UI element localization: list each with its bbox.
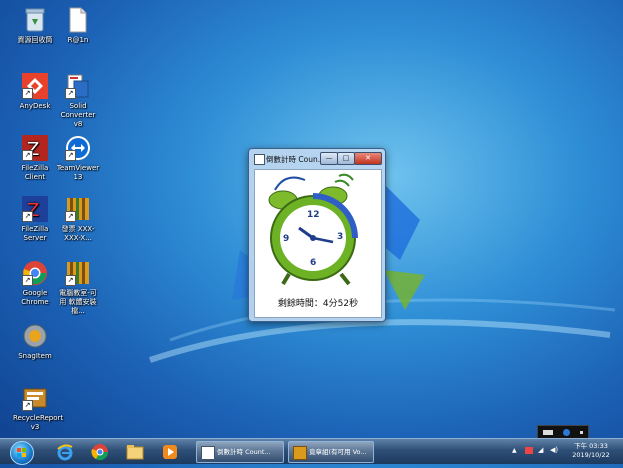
language-bar[interactable] <box>537 425 589 439</box>
taskbar-clock[interactable]: 下午 03:33 2019/10/22 <box>566 442 616 460</box>
desktop-icon-solid-converter[interactable]: ↗ Solid Converter v8 <box>56 72 100 129</box>
taskbar-button-countdown[interactable]: 倒數計時 Count... <box>196 441 284 463</box>
close-button[interactable]: ✕ <box>354 152 382 165</box>
options-icon <box>580 430 583 434</box>
desktop-icon-label: FileZilla Client <box>21 164 49 181</box>
tray-flag-icon[interactable] <box>525 447 533 454</box>
desktop-icon-label: 發票 XXX-XXX-X... <box>61 225 95 242</box>
pinned-media-player[interactable] <box>159 441 181 462</box>
filezilla-client-icon: Z ↗ <box>21 134 49 162</box>
desktop-icon-label: FileZilla Server <box>21 225 49 242</box>
clock-number-6: 6 <box>310 258 317 268</box>
network-icon[interactable]: ◢ <box>538 446 543 454</box>
desktop-icon-label: 電腦教室-可用 軟體安裝檔... <box>59 289 97 315</box>
desktop-icon-label: AnyDesk <box>19 102 51 110</box>
maximize-button[interactable]: □ <box>337 152 355 165</box>
archive-icon: ↗ <box>64 259 92 287</box>
desktop-icon-label: RecycleReport v3 <box>13 414 64 431</box>
archive-icon: ↗ <box>64 195 92 223</box>
pinned-explorer[interactable] <box>124 441 146 462</box>
minimize-button[interactable]: — <box>320 152 338 165</box>
desktop-icon-label: Google Chrome <box>21 289 49 306</box>
report-icon: ↗ <box>21 384 49 412</box>
clock-date: 2019/10/22 <box>572 451 610 459</box>
tray-arrow-icon[interactable]: ▲ <box>512 447 517 454</box>
window-titlebar[interactable]: 倒數計時 Coun... — □ ✕ <box>249 149 385 169</box>
window-client-area: 12 3 6 9 剩餘時間：4分52秒 <box>254 169 382 318</box>
remaining-time-label: 剩餘時間：4分52秒 <box>277 299 359 309</box>
start-button[interactable] <box>10 441 34 465</box>
desktop-icon-label: Solid Converter v8 <box>60 102 96 128</box>
chrome-icon: ↗ <box>21 259 49 287</box>
desktop-icon-anydesk[interactable]: ↗ AnyDesk <box>13 72 57 111</box>
help-icon <box>563 428 570 436</box>
recycle-bin-icon <box>21 6 49 34</box>
solid-converter-icon: ↗ <box>64 72 92 100</box>
folder-icon <box>293 446 307 460</box>
explorer-icon <box>126 444 144 459</box>
desktop-icon-report[interactable]: ↗ RecycleReport v3 <box>13 384 64 432</box>
desktop-icon-label: 資源回收筒 <box>17 36 53 44</box>
window-title: 倒數計時 Coun... <box>266 155 325 164</box>
snagit-icon <box>21 322 49 350</box>
countdown-window[interactable]: 倒數計時 Coun... — □ ✕ 12 3 6 9 剩餘時間：4分52秒 <box>248 148 386 322</box>
taskbar: 倒數計時 Count... 竟章組(有可用 Vo... ▲ ◢ ◀) 下午 03… <box>0 438 623 465</box>
desktop-icon-chrome[interactable]: ↗ Google Chrome <box>13 259 57 307</box>
desktop-icon-label: R@1n <box>67 36 89 44</box>
desktop-icon-recycle-bin[interactable]: 資源回收筒 <box>13 6 57 45</box>
desktop-icon-snagit[interactable]: SnagItem <box>13 322 57 361</box>
windows-logo-icon <box>17 448 26 457</box>
clock-time: 下午 03:33 <box>574 442 608 450</box>
pinned-chrome[interactable] <box>89 441 111 462</box>
taskbar-button-label: 倒數計時 Count... <box>217 448 271 456</box>
pinned-ie[interactable] <box>54 441 76 462</box>
desktop-icon-filezilla-client[interactable]: Z ↗ FileZilla Client <box>13 134 57 182</box>
chrome-icon <box>91 443 109 460</box>
teamviewer-icon: ↗ <box>64 134 92 162</box>
desktop-icon-filezilla-server[interactable]: Z ↗ FileZilla Server <box>13 195 57 243</box>
keyboard-icon <box>543 429 553 435</box>
desktop-icon-archive-1[interactable]: ↗ 發票 XXX-XXX-X... <box>56 195 100 243</box>
window-app-icon <box>254 154 265 165</box>
desktop-icon-archive-2[interactable]: ↗ 電腦教室-可用 軟體安裝檔... <box>56 259 100 316</box>
anydesk-icon: ↗ <box>21 72 49 100</box>
system-tray: ▲ ◢ ◀) <box>508 439 564 464</box>
media-player-icon <box>163 444 177 459</box>
desktop-icon-label: TeamViewer 13 <box>56 164 100 181</box>
clock-number-9: 9 <box>283 234 290 244</box>
taskbar-button-folder[interactable]: 竟章組(有可用 Vo... <box>288 441 374 463</box>
volume-icon[interactable]: ◀) <box>550 446 558 454</box>
ie-icon <box>57 443 73 460</box>
taskbar-button-label: 竟章組(有可用 Vo... <box>309 448 367 456</box>
document-icon <box>64 6 92 34</box>
desktop-icon-document[interactable]: R@1n <box>56 6 100 45</box>
clock-number-12: 12 <box>307 210 320 220</box>
countdown-window-icon <box>201 446 215 460</box>
desktop-icon-teamviewer[interactable]: ↗ TeamViewer 13 <box>56 134 100 182</box>
clock-number-3: 3 <box>337 232 344 242</box>
filezilla-server-icon: Z ↗ <box>21 195 49 223</box>
alarm-clock-illustration <box>268 173 358 286</box>
desktop-icon-label: SnagItem <box>18 352 52 360</box>
